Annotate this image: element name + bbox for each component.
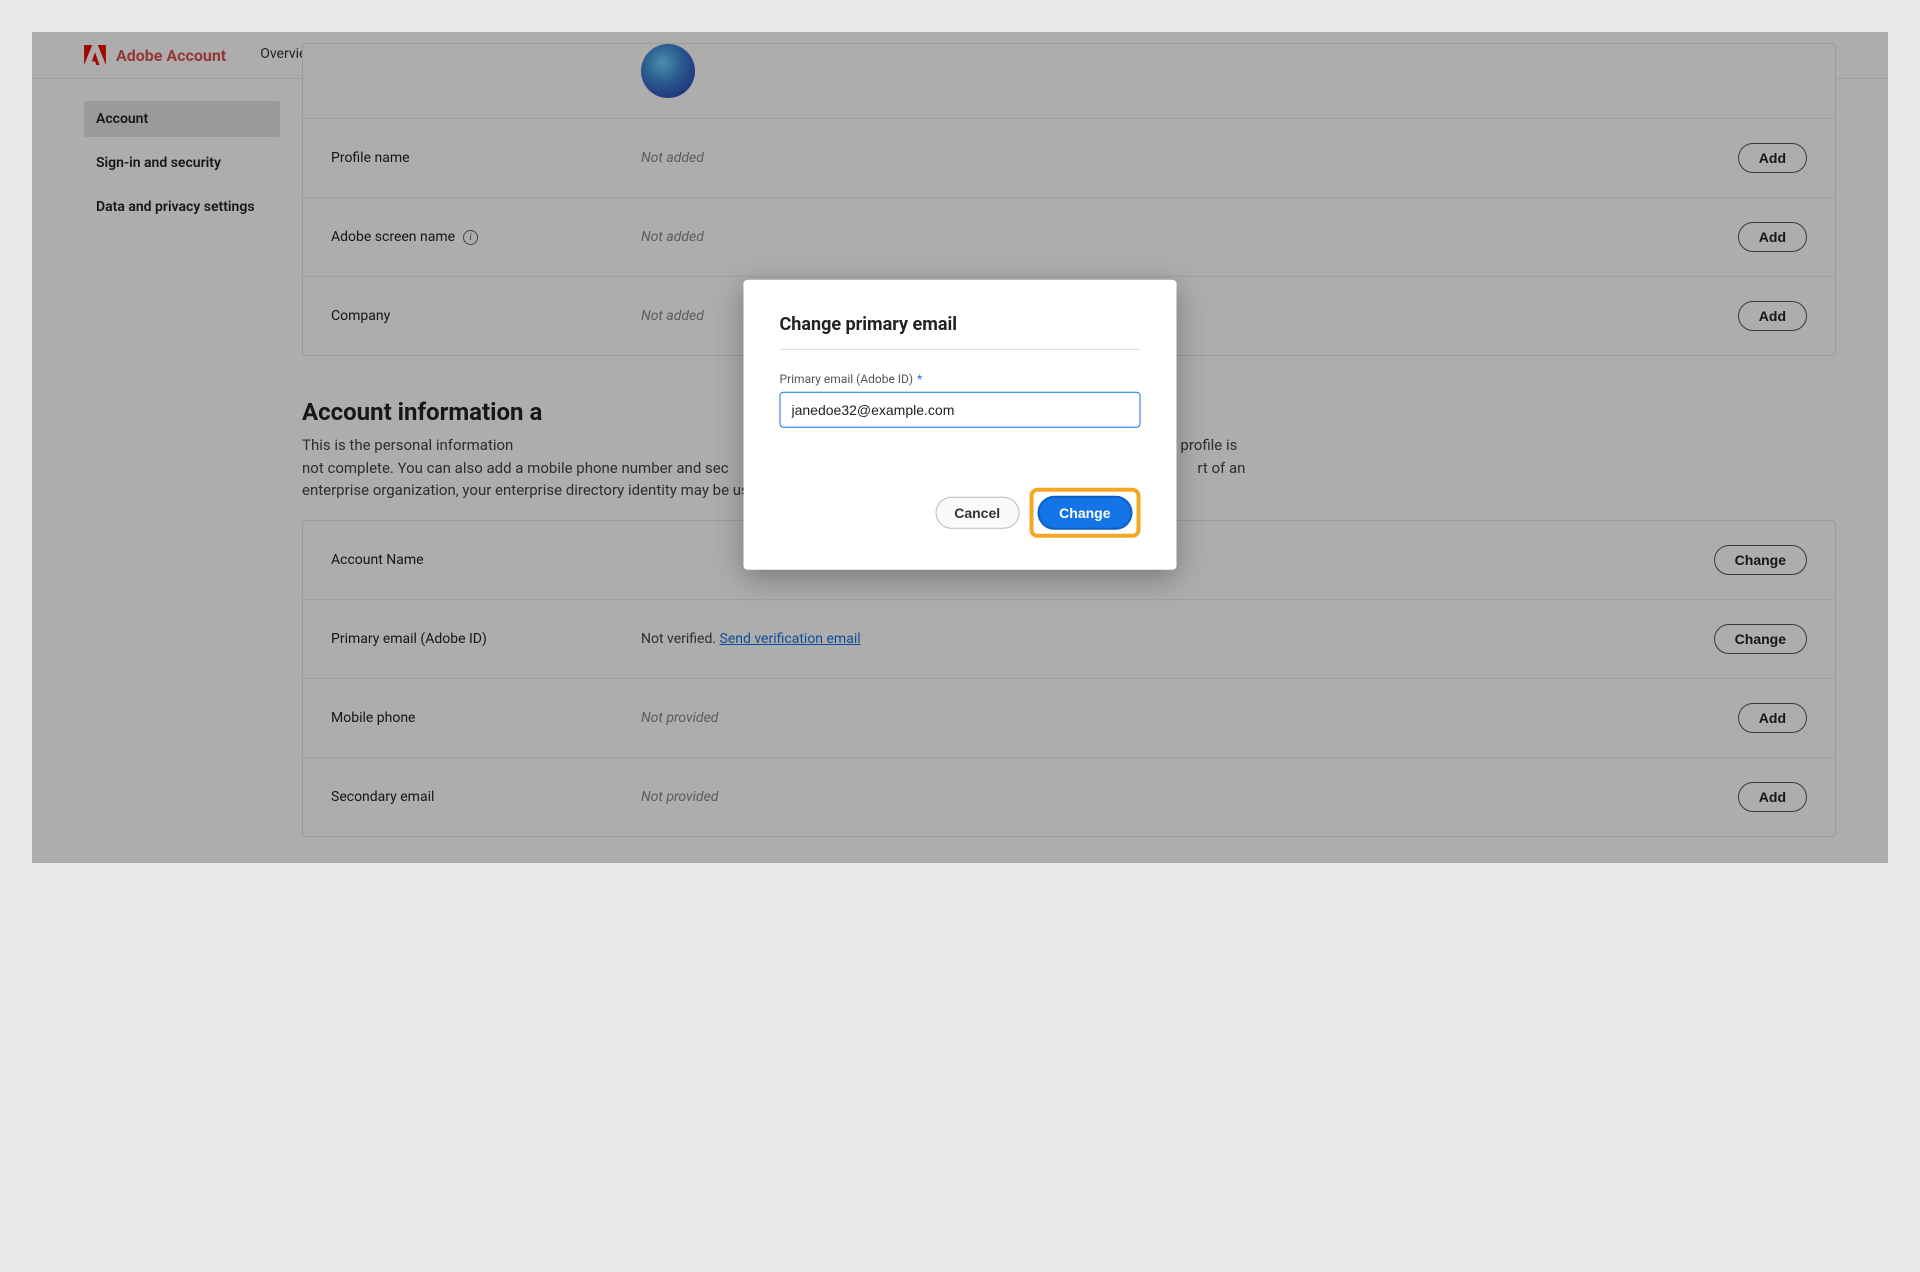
required-star-icon: * [917,371,922,385]
highlight-frame: Change [1029,487,1140,537]
app-window: Adobe Account Overview Account and secur… [32,32,1888,863]
cancel-button[interactable]: Cancel [935,496,1019,528]
change-email-modal: Change primary email Primary email (Adob… [744,279,1177,569]
modal-actions: Cancel Change [780,487,1141,537]
change-button[interactable]: Change [1037,495,1132,529]
field-label-text: Primary email (Adobe ID) [780,371,914,385]
modal-title: Change primary email [780,313,1141,334]
field-label: Primary email (Adobe ID) * [780,371,1141,385]
primary-email-input[interactable] [780,391,1141,427]
modal-divider [780,348,1141,349]
